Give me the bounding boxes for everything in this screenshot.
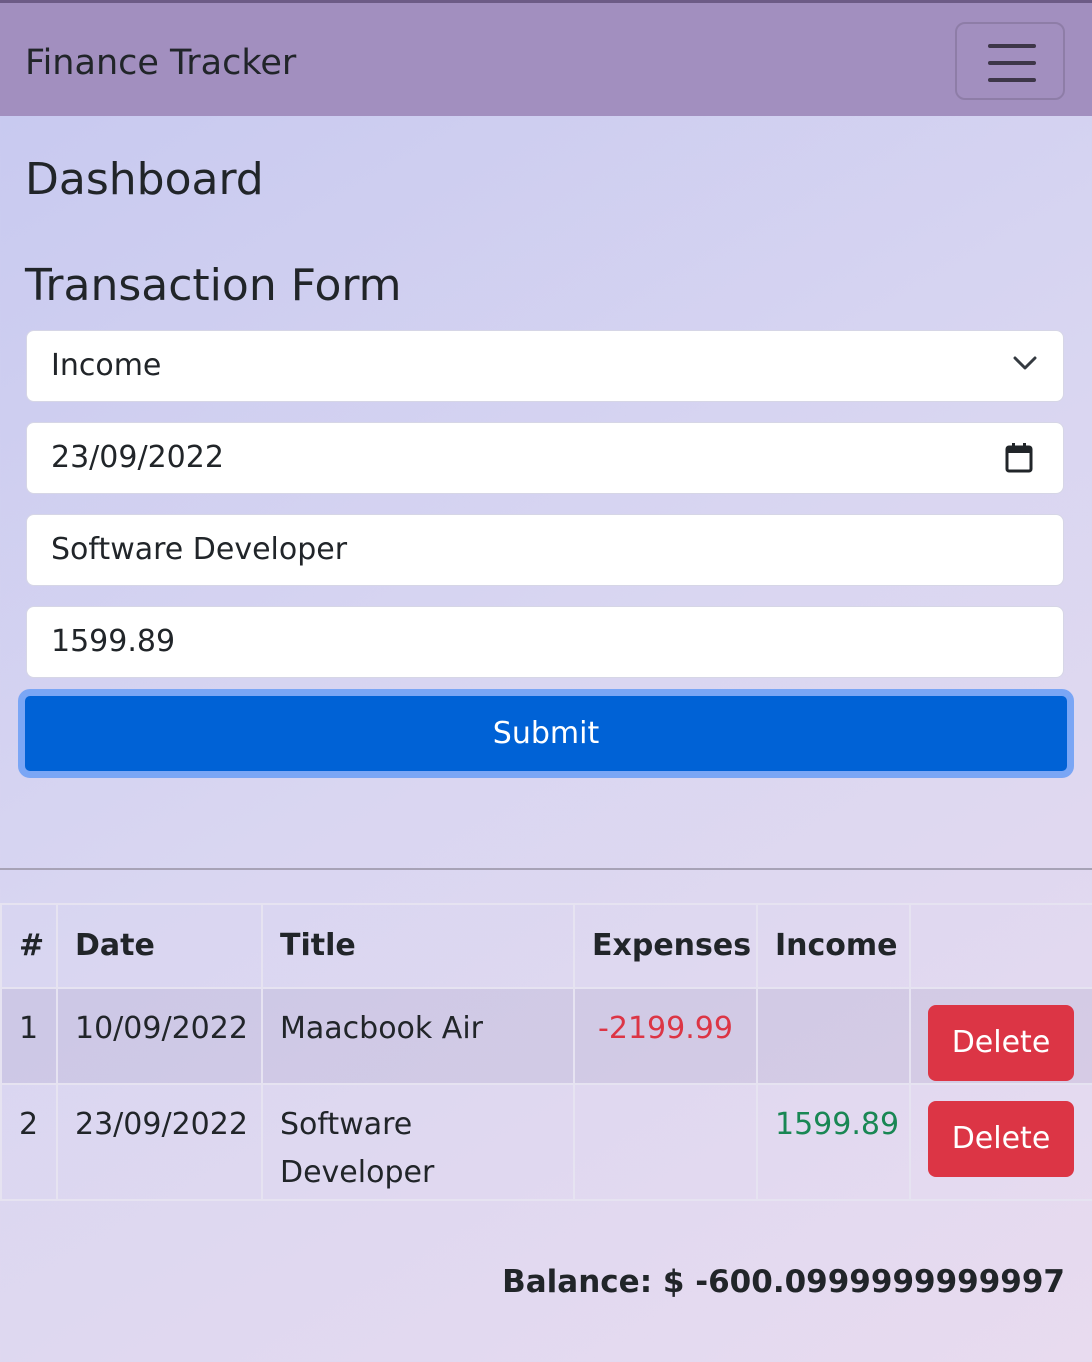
header-actions — [909, 903, 1092, 989]
row-expense — [573, 1083, 758, 1201]
header-expenses: Expenses — [573, 903, 758, 989]
date-input[interactable]: 23/09/2022 — [26, 422, 1064, 494]
header-number: # — [0, 903, 58, 989]
hamburger-icon — [988, 44, 1036, 48]
amount-input-value: 1599.89 — [51, 624, 176, 659]
row-income — [756, 987, 911, 1085]
brand-title[interactable]: Finance Tracker — [25, 41, 296, 85]
submit-button[interactable]: Submit — [18, 689, 1074, 778]
type-select-value: Income — [51, 348, 162, 383]
table-header-row: # Date Title Expenses Income — [0, 903, 1092, 989]
row-actions: Delete — [909, 987, 1092, 1085]
date-input-value: 23/09/2022 — [51, 440, 224, 475]
row-actions: Delete — [909, 1083, 1092, 1201]
row-number: 2 — [0, 1083, 58, 1201]
delete-button[interactable]: Delete — [928, 1101, 1074, 1177]
table-row: 1 10/09/2022 Maacbook Air -2199.99 Delet… — [0, 987, 1092, 1085]
chevron-down-icon — [1013, 356, 1037, 370]
hamburger-icon — [988, 61, 1036, 65]
menu-toggle-button[interactable] — [955, 22, 1065, 100]
row-title: Software Developer — [261, 1083, 575, 1201]
transactions-table: # Date Title Expenses Income 1 10/09/202… — [0, 903, 1092, 1201]
row-number: 1 — [0, 987, 58, 1085]
delete-button[interactable]: Delete — [928, 1005, 1074, 1081]
amount-input[interactable]: 1599.89 — [26, 606, 1064, 678]
form-title: Transaction Form — [25, 260, 402, 311]
title-input[interactable]: Software Developer — [26, 514, 1064, 586]
hamburger-icon — [988, 78, 1036, 82]
row-date: 10/09/2022 — [56, 987, 263, 1085]
calendar-icon[interactable] — [1005, 443, 1033, 473]
title-input-value: Software Developer — [51, 532, 348, 567]
page-title: Dashboard — [25, 154, 264, 205]
navbar: Finance Tracker — [0, 0, 1092, 116]
type-select[interactable]: Income — [26, 330, 1064, 402]
submit-button-label: Submit — [492, 716, 600, 751]
divider — [0, 868, 1092, 870]
header-title: Title — [261, 903, 575, 989]
table-row: 2 23/09/2022 Software Developer 1599.89 … — [0, 1083, 1092, 1201]
row-income: 1599.89 — [756, 1083, 911, 1201]
header-date: Date — [56, 903, 263, 989]
row-title: Maacbook Air — [261, 987, 575, 1085]
balance-text: Balance: $ -600.0999999999997 — [502, 1264, 1065, 1300]
row-expense: -2199.99 — [573, 987, 758, 1085]
row-date: 23/09/2022 — [56, 1083, 263, 1201]
header-income: Income — [756, 903, 911, 989]
